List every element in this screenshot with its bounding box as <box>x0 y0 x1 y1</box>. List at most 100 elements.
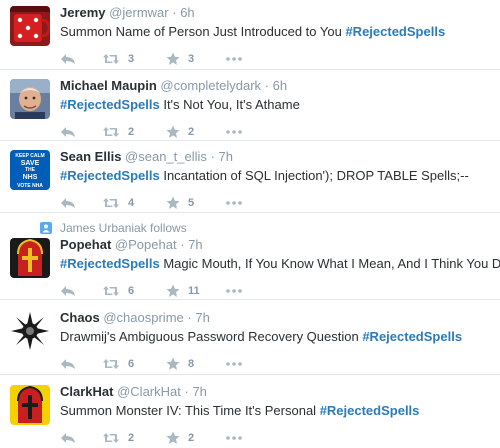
tweet-text: #RejectedSpells Incantation of SQL Injec… <box>60 167 492 185</box>
favorite-count: 11 <box>188 285 200 297</box>
reply-button[interactable] <box>60 53 76 65</box>
avatar[interactable] <box>10 311 50 351</box>
retweet-icon <box>103 127 119 137</box>
avatar[interactable] <box>10 385 50 425</box>
retweet-icon <box>103 286 119 296</box>
tweet[interactable]: ClarkHat @ClarkHat · 7h Summon Monster I… <box>0 375 500 447</box>
avatar-text-line: THE <box>25 167 36 173</box>
hashtag-link[interactable]: #RejectedSpells <box>362 329 462 344</box>
red-dice-mug-icon <box>10 6 50 46</box>
display-name[interactable]: Michael Maupin <box>60 78 157 93</box>
tweet[interactable]: Chaos @chaosprime · 7h Drawmij's Ambiguo… <box>0 300 500 375</box>
hashtag-link[interactable]: #RejectedSpells <box>60 168 160 183</box>
tweet-text: Summon Name of Person Just Introduced to… <box>60 23 492 41</box>
display-name[interactable]: ClarkHat <box>60 384 113 399</box>
retweet-button[interactable]: 2 <box>102 126 140 138</box>
display-name[interactable]: Jeremy <box>60 5 106 20</box>
timestamp[interactable]: 7h <box>219 149 233 164</box>
tweet-actions: 6 11 <box>60 281 492 301</box>
tweet-text-prefix: Summon Name of Person Just Introduced to… <box>60 24 346 39</box>
favorite-count: 2 <box>188 126 195 138</box>
timestamp[interactable]: 6h <box>180 5 194 20</box>
username[interactable]: @ClarkHat <box>117 384 181 399</box>
timestamp[interactable]: 6h <box>273 78 287 93</box>
separator: · <box>172 5 177 20</box>
ellipsis-icon <box>226 362 242 366</box>
avatar-text-line: SAVE <box>21 160 40 167</box>
star-icon <box>166 196 180 209</box>
retweet-button[interactable]: 2 <box>102 432 140 444</box>
reply-button[interactable] <box>60 126 76 138</box>
hashtag-link[interactable]: #RejectedSpells <box>320 403 420 418</box>
keep-calm-save-nhs-icon: KEEP CALM SAVE THE NHS VOTE NHA <box>10 150 50 190</box>
reply-button[interactable] <box>60 197 76 209</box>
tweet-header: Jeremy @jermwar · 6h <box>60 5 492 21</box>
tweet-header: Popehat @Popehat · 7h <box>60 237 492 253</box>
ellipsis-icon <box>226 57 242 61</box>
retweet-button[interactable]: 6 <box>102 358 140 370</box>
chaos-star-icon <box>10 311 50 351</box>
tweet-actions: 4 5 <box>60 193 492 213</box>
retweet-icon <box>103 198 119 208</box>
more-button[interactable] <box>226 436 242 440</box>
favorite-button[interactable]: 3 <box>166 52 200 66</box>
more-button[interactable] <box>226 57 242 61</box>
hashtag-link[interactable]: #RejectedSpells <box>60 97 160 112</box>
tweet-header: Chaos @chaosprime · 7h <box>60 310 492 326</box>
timestamp[interactable]: 7h <box>188 237 202 252</box>
retweet-count: 2 <box>128 126 135 138</box>
username[interactable]: @completelydark <box>160 78 261 93</box>
reply-button[interactable] <box>60 432 76 444</box>
username[interactable]: @sean_t_ellis <box>125 149 207 164</box>
retweet-count: 2 <box>128 432 135 444</box>
reply-button[interactable] <box>60 285 76 297</box>
more-button[interactable] <box>226 201 242 205</box>
username[interactable]: @jermwar <box>109 5 168 20</box>
tweet-text: #RejectedSpells It's Not You, It's Atham… <box>60 96 492 114</box>
avatar[interactable] <box>10 79 50 119</box>
favorite-button[interactable]: 5 <box>166 196 200 210</box>
timestamp[interactable]: 7h <box>192 384 206 399</box>
hashtag-link[interactable]: #RejectedSpells <box>345 24 445 39</box>
avatar[interactable] <box>10 238 50 278</box>
favorite-button[interactable]: 2 <box>166 125 200 139</box>
username[interactable]: @chaosprime <box>103 310 183 325</box>
more-button[interactable] <box>226 289 242 293</box>
favorite-button[interactable]: 8 <box>166 357 200 371</box>
social-context-text[interactable]: James Urbaniak follows <box>60 221 187 235</box>
favorite-button[interactable]: 2 <box>166 431 200 445</box>
favorite-button[interactable]: 11 <box>166 284 200 298</box>
reply-icon <box>61 127 75 137</box>
retweet-count: 3 <box>128 53 135 65</box>
tweet-feed: Jeremy @jermwar · 6h Summon Name of Pers… <box>0 0 500 447</box>
avatar[interactable]: KEEP CALM SAVE THE NHS VOTE NHA <box>10 150 50 190</box>
avatar-text-line: KEEP CALM <box>15 153 44 159</box>
popehat-mitre-icon <box>10 238 50 278</box>
timestamp[interactable]: 7h <box>195 310 209 325</box>
separator: · <box>184 384 189 399</box>
ellipsis-icon <box>226 130 242 134</box>
tweet[interactable]: KEEP CALM SAVE THE NHS VOTE NHA Sean Ell… <box>0 141 500 213</box>
avatar[interactable] <box>10 6 50 46</box>
username[interactable]: @Popehat <box>115 237 177 252</box>
display-name[interactable]: Sean Ellis <box>60 149 121 164</box>
retweet-button[interactable]: 4 <box>102 197 140 209</box>
hashtag-link[interactable]: #RejectedSpells <box>60 256 160 271</box>
more-button[interactable] <box>226 362 242 366</box>
display-name[interactable]: Chaos <box>60 310 100 325</box>
retweet-button[interactable]: 3 <box>102 53 140 65</box>
reply-icon <box>61 359 75 369</box>
tweet-text-suffix: Magic Mouth, If You Know What I Mean, An… <box>159 256 500 271</box>
reply-button[interactable] <box>60 358 76 370</box>
tweet-actions: 2 2 <box>60 428 492 448</box>
tweet[interactable]: James Urbaniak follows Popehat @Popehat … <box>0 213 500 300</box>
retweet-button[interactable]: 6 <box>102 285 140 297</box>
tweet-text-prefix: Summon Monster IV: This Time It's Person… <box>60 403 320 418</box>
tweet[interactable]: Michael Maupin @completelydark · 6h #Rej… <box>0 70 500 141</box>
retweet-icon <box>103 433 119 443</box>
display-name[interactable]: Popehat <box>60 237 111 252</box>
tweet[interactable]: Jeremy @jermwar · 6h Summon Name of Pers… <box>0 0 500 70</box>
person-follow-icon <box>40 222 52 234</box>
favorite-count: 5 <box>188 197 195 209</box>
more-button[interactable] <box>226 130 242 134</box>
